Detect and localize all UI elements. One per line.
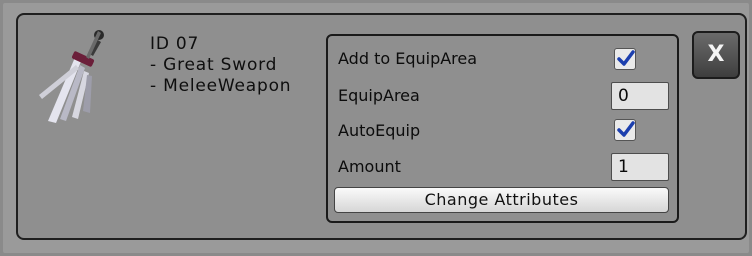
equip-area-field[interactable]: 0 xyxy=(611,82,669,110)
close-button[interactable]: X xyxy=(692,31,740,79)
add-to-equip-area-label: Add to EquipArea xyxy=(338,49,478,68)
auto-equip-label: AutoEquip xyxy=(338,121,421,140)
auto-equip-checkbox[interactable] xyxy=(614,119,636,141)
checkmark-icon xyxy=(617,121,635,137)
amount-field[interactable]: 1 xyxy=(611,153,669,181)
item-name: - Great Sword xyxy=(150,55,278,75)
equip-area-label: EquipArea xyxy=(338,86,420,105)
item-category: - MeleeWeapon xyxy=(150,76,292,96)
amount-label: Amount xyxy=(338,157,401,176)
checkmark-icon xyxy=(617,50,635,66)
add-to-equip-area-checkbox[interactable] xyxy=(614,48,636,70)
item-id: ID 07 xyxy=(150,34,200,54)
change-attributes-button[interactable]: Change Attributes xyxy=(334,187,669,213)
great-sword-icon xyxy=(39,30,104,123)
item-info: ID 07 - Great Sword - MeleeWeapon xyxy=(150,34,291,97)
